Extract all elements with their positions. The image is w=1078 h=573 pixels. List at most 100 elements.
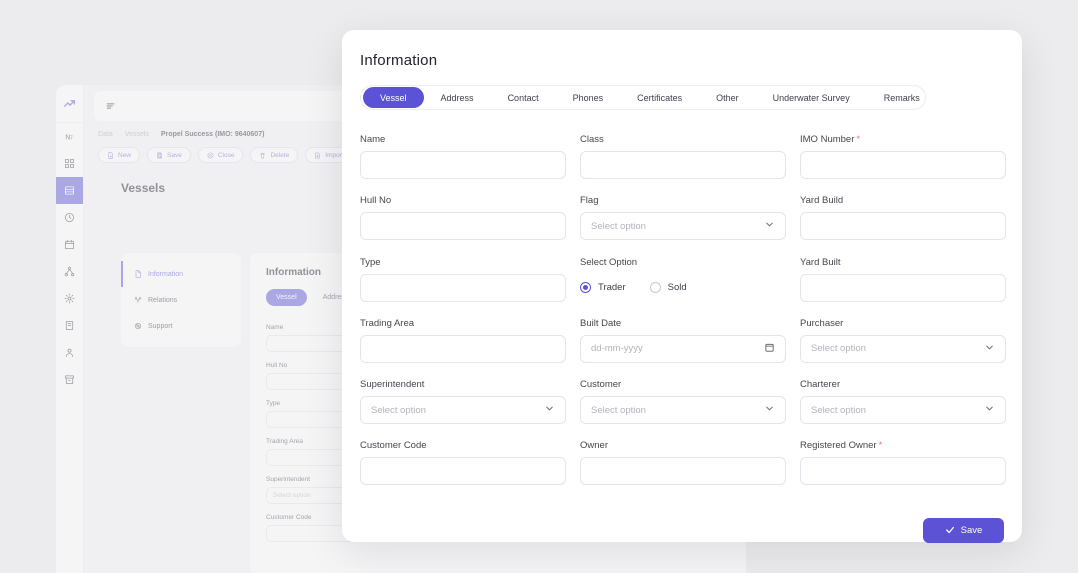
label-text: Name bbox=[360, 134, 386, 145]
field-label-registered-owner: Registered Owner * bbox=[800, 440, 1006, 451]
label-text: Type bbox=[360, 256, 381, 268]
label-text: Flag bbox=[580, 195, 599, 207]
chevron-down-icon[interactable] bbox=[764, 219, 775, 233]
built-date-input[interactable]: dd-mm-yyyy bbox=[580, 334, 786, 363]
field-name: Name bbox=[360, 134, 566, 195]
field-label-class: Class bbox=[580, 134, 786, 145]
field-label-type: Type bbox=[360, 257, 566, 268]
purchaser-input[interactable]: Select option bbox=[800, 334, 1006, 363]
label-text: Charterer bbox=[800, 379, 841, 391]
modal-footer: Save bbox=[360, 517, 1004, 543]
registered-owner-input[interactable] bbox=[800, 457, 1006, 486]
field-label-customer: Customer bbox=[580, 379, 786, 390]
field-placeholder: Select option bbox=[371, 404, 426, 416]
field-label-yard-built: Yard Built bbox=[800, 257, 1006, 268]
customer-code-input[interactable] bbox=[360, 457, 566, 486]
name-input[interactable] bbox=[360, 151, 566, 179]
label-text: Yard Build bbox=[800, 195, 844, 207]
calendar-small-icon bbox=[765, 343, 774, 352]
information-modal: Information Vessel Address Contact Phones Ce… bbox=[342, 30, 1022, 543]
modal-tab-other[interactable]: Other bbox=[699, 87, 756, 108]
label-text: Trading Area bbox=[360, 317, 415, 329]
field-label-select-option: Select Option bbox=[580, 257, 786, 268]
radio-label: Sold bbox=[667, 282, 687, 294]
vessel-form: Name Class IMO Number * Hull No Flag Select op… bbox=[360, 134, 1006, 502]
chevron-down-icon bbox=[766, 406, 773, 411]
radio-label: Trader bbox=[598, 282, 626, 294]
field-label-built-date: Built Date bbox=[580, 318, 786, 329]
field-purchaser: Purchaser Select option bbox=[800, 318, 1006, 379]
label-text: Built Date bbox=[580, 317, 622, 329]
field-label-yard-build: Yard Build bbox=[800, 195, 1006, 206]
chevron-down-icon bbox=[986, 345, 993, 350]
label-text: Hull No bbox=[360, 195, 392, 207]
field-owner: Owner bbox=[580, 440, 786, 501]
field-label-charterer: Charterer bbox=[800, 379, 1006, 390]
required-marker: * bbox=[856, 134, 861, 145]
chevron-down-icon[interactable] bbox=[984, 403, 995, 417]
yard-built-input[interactable] bbox=[800, 273, 1006, 302]
radio-option-trader[interactable]: Trader bbox=[580, 282, 626, 294]
superintendent-input[interactable]: Select option bbox=[360, 396, 566, 425]
field-built-date: Built Date dd-mm-yyyy bbox=[580, 318, 786, 379]
modal-tab-underwater-survey[interactable]: Underwater Survey bbox=[756, 87, 867, 108]
trading-area-input[interactable] bbox=[360, 334, 566, 363]
field-registered-owner: Registered Owner * bbox=[800, 440, 1006, 501]
field-customer-code: Customer Code bbox=[360, 440, 566, 501]
modal-tab-contact[interactable]: Contact bbox=[491, 87, 556, 108]
field-label-trading-area: Trading Area bbox=[360, 318, 566, 329]
imo-number-input[interactable] bbox=[800, 151, 1006, 179]
field-type: Type bbox=[360, 257, 566, 318]
field-imo-number: IMO Number * bbox=[800, 134, 1006, 195]
modal-title: Information bbox=[360, 52, 438, 69]
radio-dot[interactable] bbox=[580, 282, 591, 294]
label-text: Class bbox=[580, 134, 604, 145]
field-label-purchaser: Purchaser bbox=[800, 318, 1006, 329]
check-icon bbox=[945, 527, 954, 534]
chevron-down-icon bbox=[546, 406, 553, 411]
owner-input[interactable] bbox=[580, 457, 786, 486]
save-button[interactable]: Save bbox=[923, 517, 1004, 543]
field-placeholder: Select option bbox=[591, 220, 646, 232]
modal-tab-vessel[interactable]: Vessel bbox=[363, 87, 424, 108]
modal-tab-remarks[interactable]: Remarks bbox=[867, 87, 937, 108]
field-flag: Flag Select option bbox=[580, 195, 786, 256]
yard-build-input[interactable] bbox=[800, 212, 1006, 241]
flag-input[interactable]: Select option bbox=[580, 212, 786, 241]
modal-tab-certificates[interactable]: Certificates bbox=[620, 87, 699, 108]
modal-tab-address[interactable]: Address bbox=[424, 87, 491, 108]
chevron-down-icon[interactable] bbox=[544, 403, 555, 417]
customer-input[interactable]: Select option bbox=[580, 396, 786, 425]
label-text: Customer Code bbox=[360, 440, 427, 452]
field-class: Class bbox=[580, 134, 786, 195]
chevron-down-icon[interactable] bbox=[984, 342, 995, 356]
field-label-owner: Owner bbox=[580, 440, 786, 451]
label-text: Registered Owner bbox=[800, 440, 877, 452]
label-text: Select Option bbox=[580, 256, 638, 268]
radio-option-sold[interactable]: Sold bbox=[649, 282, 687, 294]
field-label-imo-number: IMO Number * bbox=[800, 134, 1006, 145]
field-customer: Customer Select option bbox=[580, 379, 786, 440]
field-select-option: Select Option Trader Sold bbox=[580, 257, 786, 318]
chevron-down-icon bbox=[986, 406, 993, 411]
field-charterer: Charterer Select option bbox=[800, 379, 1006, 440]
field-label-hull-no: Hull No bbox=[360, 195, 566, 206]
radio-dot[interactable] bbox=[649, 282, 661, 294]
modal-tab-phones[interactable]: Phones bbox=[556, 87, 621, 108]
label-text: Purchaser bbox=[800, 317, 844, 329]
field-placeholder: dd-mm-yyyy bbox=[591, 343, 643, 355]
field-placeholder: Select option bbox=[811, 343, 866, 355]
class-input[interactable] bbox=[580, 151, 786, 179]
calendar-icon[interactable] bbox=[764, 342, 775, 356]
chevron-down-icon[interactable] bbox=[764, 403, 775, 417]
label-text: IMO Number bbox=[800, 134, 855, 145]
type-input[interactable] bbox=[360, 273, 566, 302]
field-placeholder: Select option bbox=[591, 404, 646, 416]
field-label-name: Name bbox=[360, 134, 566, 145]
label-text: Customer bbox=[580, 379, 622, 391]
charterer-input[interactable]: Select option bbox=[800, 396, 1006, 425]
save-button-label: Save bbox=[960, 524, 983, 536]
modal-tab-bar: Vessel Address Contact Phones Certificates Ot… bbox=[360, 85, 926, 110]
hull-no-input[interactable] bbox=[360, 212, 566, 241]
label-text: Owner bbox=[580, 440, 608, 452]
